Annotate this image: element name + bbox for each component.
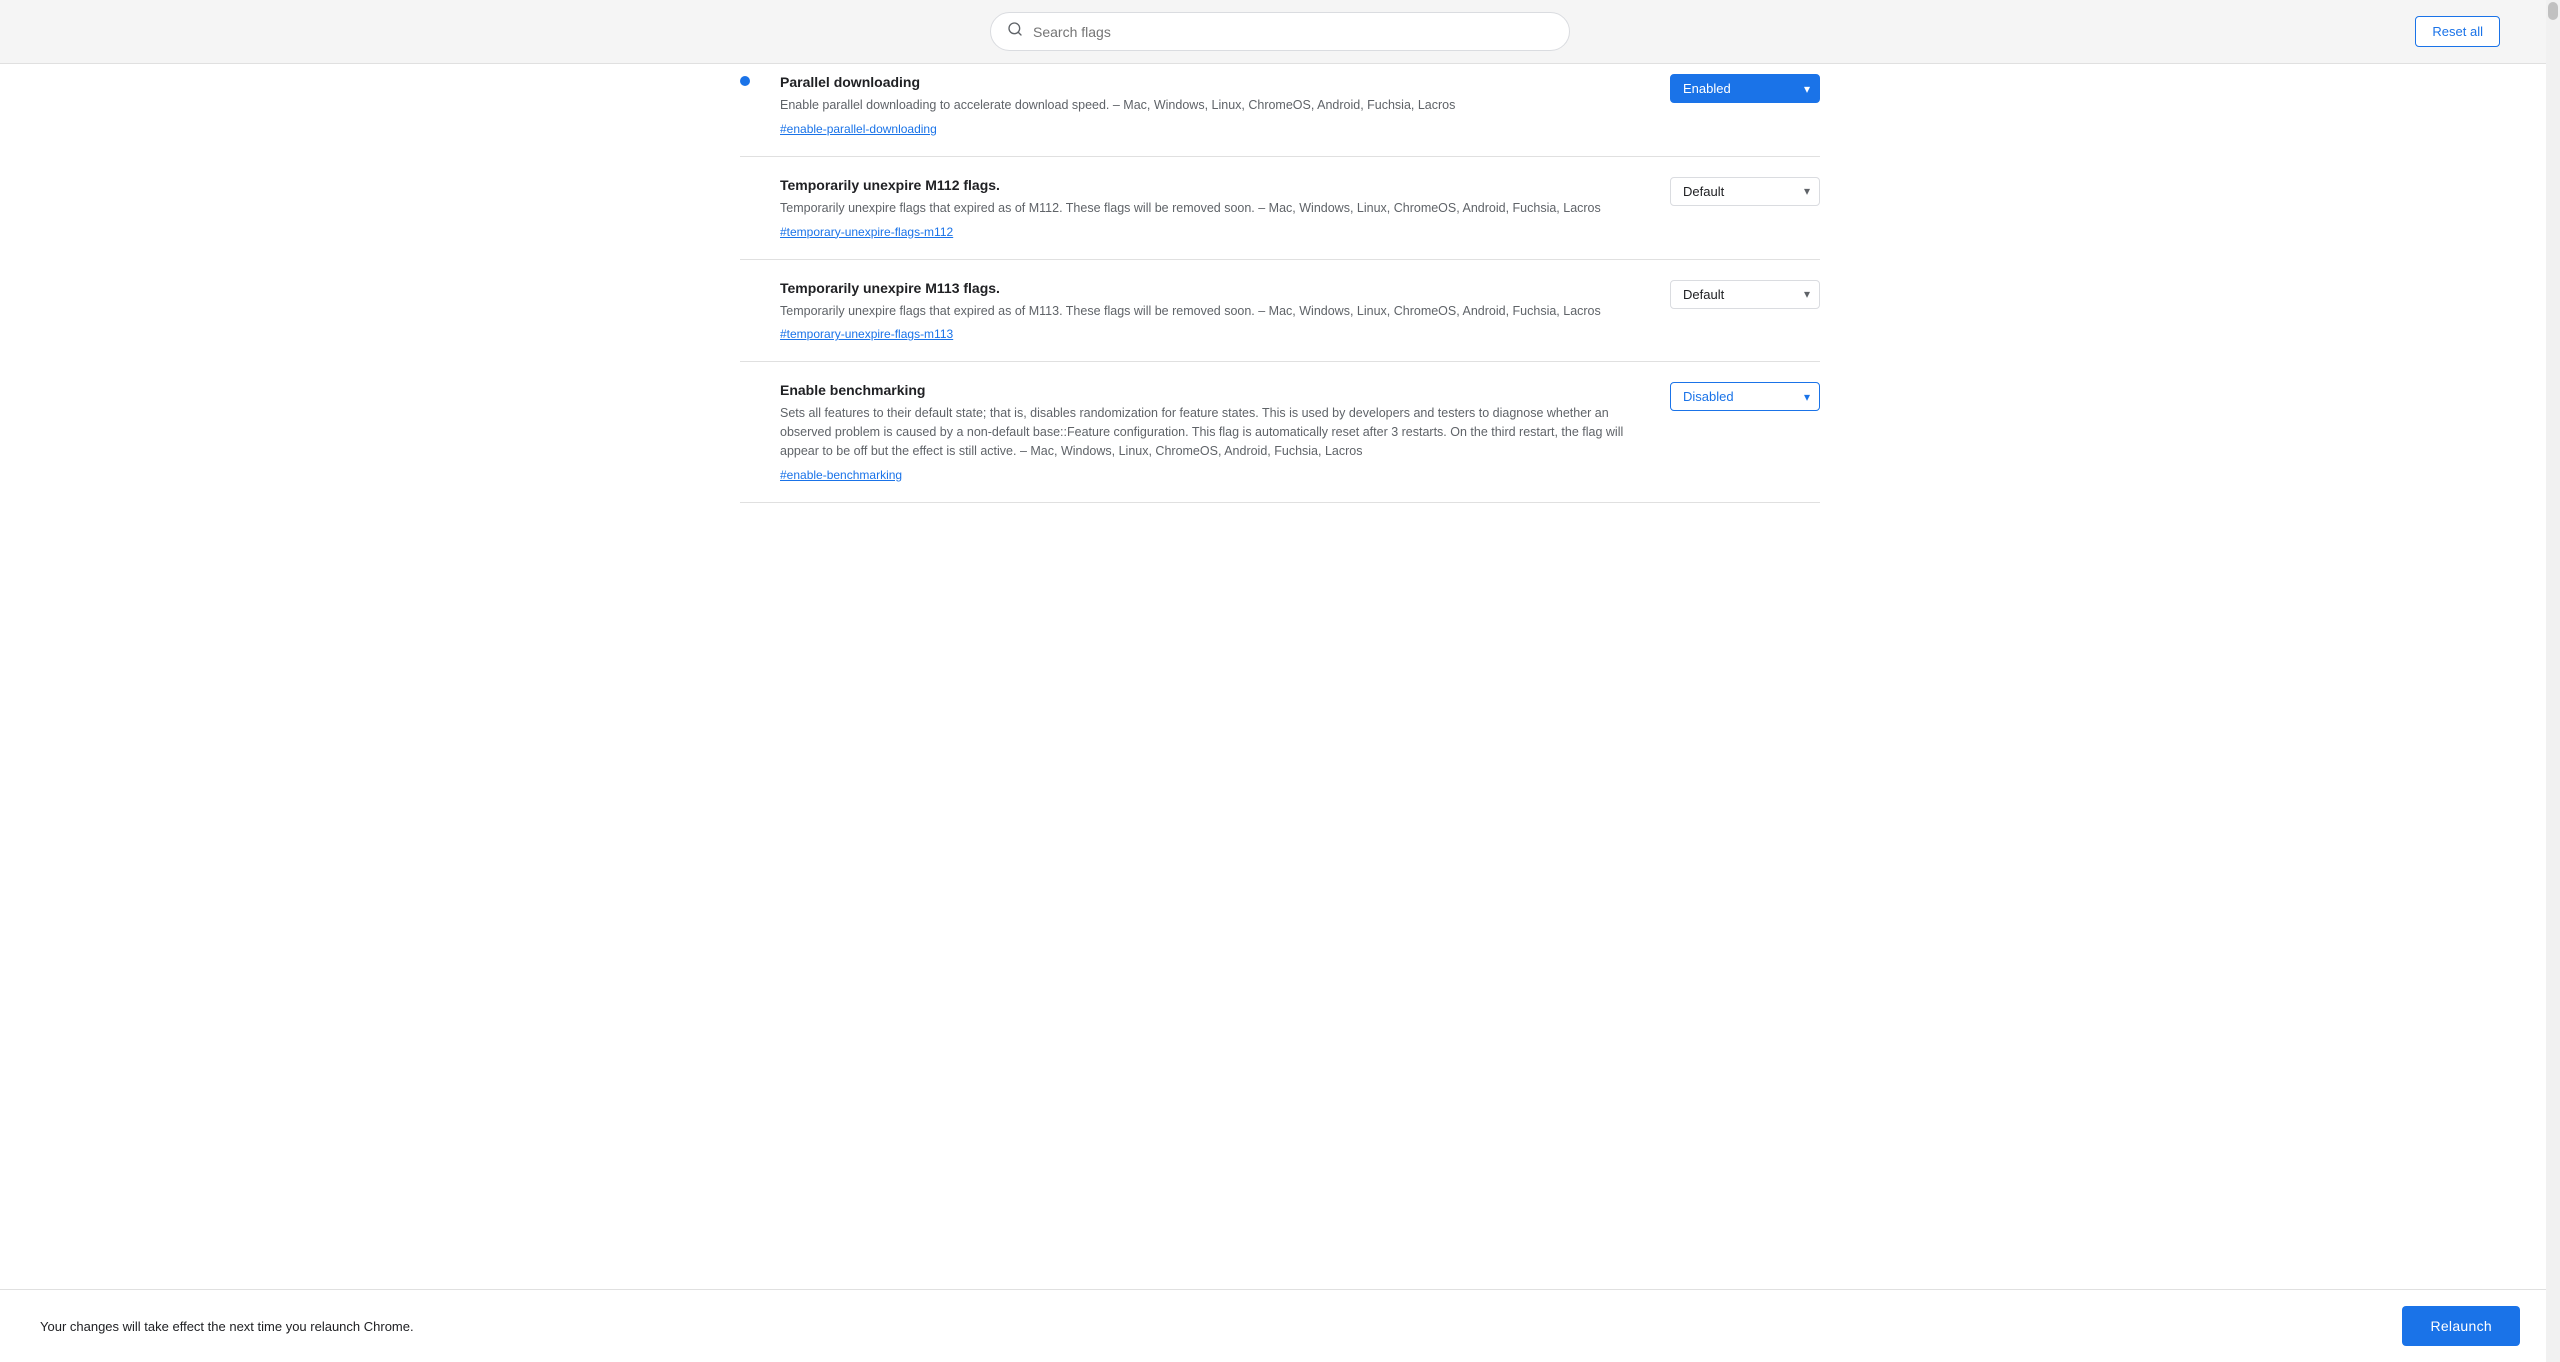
- content-area: Parallel downloading Enable parallel dow…: [0, 64, 2560, 1289]
- flag-link[interactable]: #temporary-unexpire-flags-m112: [780, 225, 953, 239]
- scrollbar-thumb[interactable]: [2548, 2, 2558, 20]
- flag-info: Parallel downloading Enable parallel dow…: [780, 74, 1640, 136]
- flag-link[interactable]: #enable-parallel-downloading: [780, 122, 937, 136]
- flag-info: Temporarily unexpire M113 flags. Tempora…: [780, 280, 1640, 342]
- dropdown-wrapper: Default Enabled Disabled: [1670, 177, 1820, 206]
- flag-item: Temporarily unexpire M112 flags. Tempora…: [740, 157, 1820, 260]
- flag-control: Default Enabled Disabled: [1660, 382, 1820, 411]
- dropdown-wrapper: Default Enabled Disabled: [1670, 74, 1820, 103]
- flag-dot-container: [740, 177, 760, 189]
- flag-link[interactable]: #enable-benchmarking: [780, 468, 902, 482]
- flag-title: Temporarily unexpire M112 flags.: [780, 177, 1640, 193]
- flag-dot: [740, 76, 750, 86]
- flag-control: Default Enabled Disabled: [1660, 280, 1820, 309]
- flag-dropdown[interactable]: Default Enabled Disabled: [1670, 177, 1820, 206]
- flag-description: Temporarily unexpire flags that expired …: [780, 302, 1640, 321]
- flag-info: Enable benchmarking Sets all features to…: [780, 382, 1640, 481]
- flags-list: Parallel downloading Enable parallel dow…: [680, 64, 1880, 503]
- flag-item: Parallel downloading Enable parallel dow…: [740, 64, 1820, 157]
- bottom-message: Your changes will take effect the next t…: [40, 1319, 414, 1334]
- relaunch-button[interactable]: Relaunch: [2402, 1306, 2520, 1346]
- search-icon: [1007, 21, 1023, 42]
- flag-dot-container: [740, 382, 760, 394]
- search-container: [990, 12, 1570, 51]
- flag-dot-container: [740, 74, 760, 86]
- flag-item: Enable benchmarking Sets all features to…: [740, 362, 1820, 502]
- flag-control: Default Enabled Disabled: [1660, 74, 1820, 103]
- flag-dropdown[interactable]: Default Enabled Disabled: [1670, 74, 1820, 103]
- flag-title: Parallel downloading: [780, 74, 1640, 90]
- flag-title-text: Parallel downloading: [780, 74, 920, 90]
- flag-dot-container: [740, 280, 760, 292]
- search-input[interactable]: [1033, 24, 1553, 40]
- scrollbar[interactable]: [2546, 0, 2560, 1362]
- flag-description: Temporarily unexpire flags that expired …: [780, 199, 1640, 218]
- dropdown-wrapper: Default Enabled Disabled: [1670, 280, 1820, 309]
- flag-title: Enable benchmarking: [780, 382, 1640, 398]
- flag-description: Sets all features to their default state…: [780, 404, 1640, 460]
- flag-description: Enable parallel downloading to accelerat…: [780, 96, 1640, 115]
- flag-dropdown[interactable]: Default Enabled Disabled: [1670, 382, 1820, 411]
- top-bar: Reset all: [0, 0, 2560, 64]
- flag-title: Temporarily unexpire M113 flags.: [780, 280, 1640, 296]
- reset-all-button[interactable]: Reset all: [2415, 16, 2500, 47]
- flag-dropdown[interactable]: Default Enabled Disabled: [1670, 280, 1820, 309]
- flag-item: Temporarily unexpire M113 flags. Tempora…: [740, 260, 1820, 363]
- flag-control: Default Enabled Disabled: [1660, 177, 1820, 206]
- bottom-bar: Your changes will take effect the next t…: [0, 1289, 2560, 1362]
- flag-link[interactable]: #temporary-unexpire-flags-m113: [780, 327, 953, 341]
- dropdown-wrapper: Default Enabled Disabled: [1670, 382, 1820, 411]
- flag-info: Temporarily unexpire M112 flags. Tempora…: [780, 177, 1640, 239]
